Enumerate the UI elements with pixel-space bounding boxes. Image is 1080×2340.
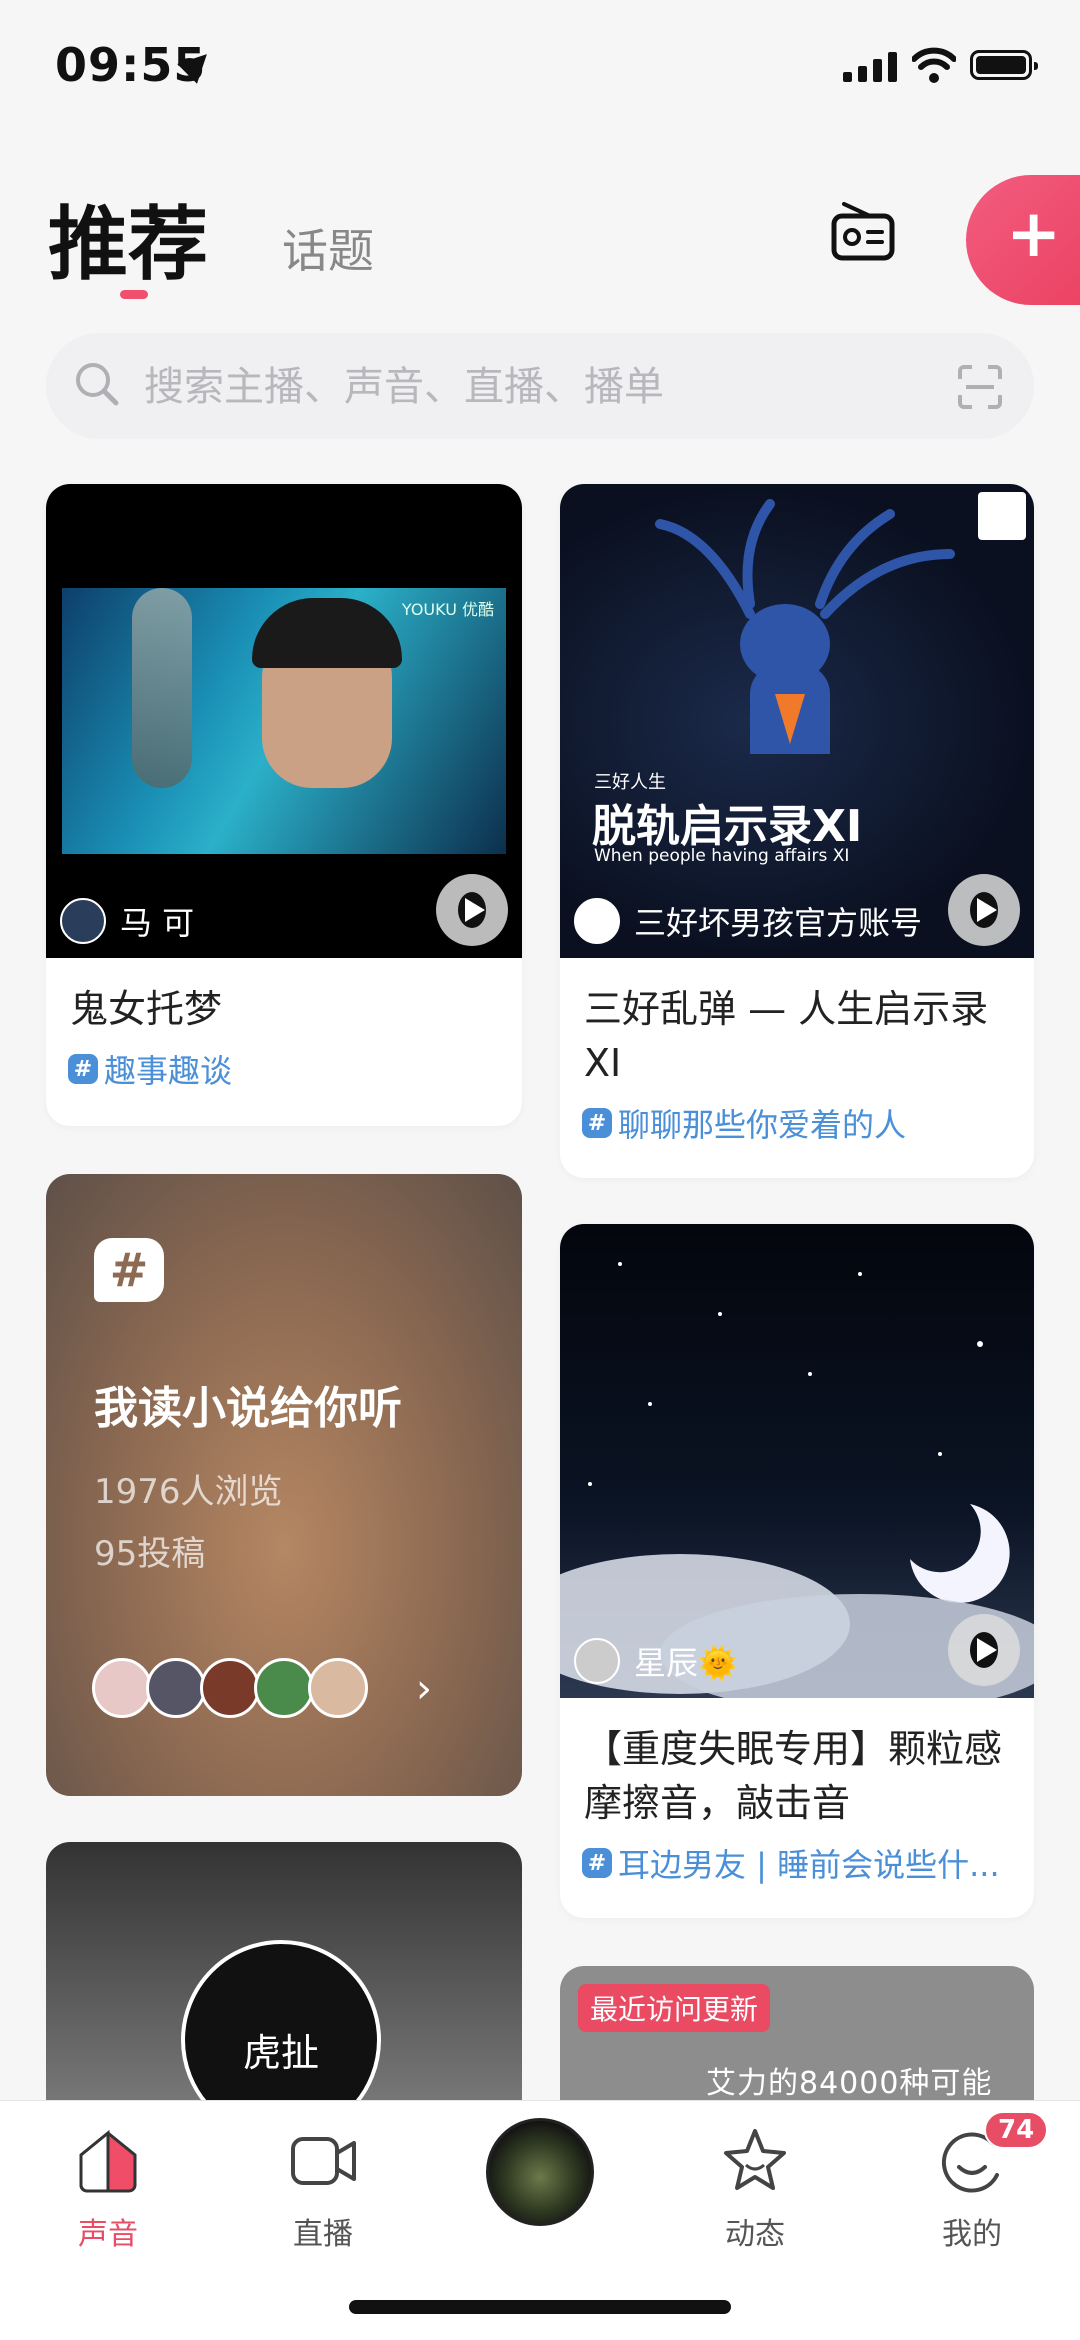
search-icon [76,363,119,406]
cover-image: YOUKU 优酷 马 可 [46,484,522,958]
topic-label: 聊聊那些你爱着的人 [618,1106,907,1144]
topic-link[interactable]: # 聊聊那些你爱着的人 [582,1100,906,1146]
topic-card-novel-reading[interactable]: # 我读小说给你听 1976人浏览 95投稿 › [46,1174,522,1796]
avatar [146,1658,206,1718]
author[interactable]: 星辰🌞 [574,1636,738,1686]
topic-label: 耳边男友 | 睡前会说些什... [618,1846,1000,1884]
cover-subtitle: When people having affairs XI [594,846,850,866]
wifi-icon [912,47,956,83]
tab-label: 我的 [942,2217,1002,2252]
home-sound-icon [79,2129,137,2193]
logo-text: 虎扯 [242,2031,319,2075]
search-input[interactable] [142,333,926,441]
plus-icon: + [1006,195,1062,272]
channel-logo: 虎扯 [181,1940,381,2102]
author[interactable]: 三好坏男孩官方账号 [574,896,922,946]
feed-card-ghost-dream[interactable]: YOUKU 优酷 马 可 鬼女托梦 # 趣事趣谈 [46,484,522,1126]
deer-illustration [655,499,955,754]
topic-title: 我读小说给你听 [94,1383,402,1434]
avatar [60,898,106,944]
topic-link[interactable]: # 耳边男友 | 睡前会说些什... [582,1840,1022,1886]
cover-image: 星辰🌞 [560,1224,1034,1698]
tab-label: 直播 [293,2217,353,2252]
avatar [574,1638,620,1684]
play-button[interactable] [948,1614,1020,1686]
hashtag-icon: # [582,1108,612,1138]
channel-logo [978,492,1026,540]
card-title: 【重度失眠专用】颗粒感摩擦音，敲击音 [584,1727,1003,1825]
cover-title: 脱轨启示录XI [592,801,863,852]
notification-badge: 74 [984,2111,1049,2149]
tab-recommend[interactable]: 推荐 [48,180,208,296]
topic-label: 趣事趣谈 [104,1052,233,1090]
home-indicator [349,2300,731,2314]
avatar [92,1658,152,1718]
tab-label: 动态 [725,2217,785,2252]
avatar [254,1658,314,1718]
topic-link[interactable]: # 趣事趣谈 [68,1046,232,1092]
author[interactable]: 马 可 [60,896,194,946]
card-title: 三好乱弹 — 人生启示录XI [584,987,989,1085]
author-name: 星辰🌞 [634,1644,738,1682]
hashtag-icon: # [94,1238,164,1302]
play-disc-icon[interactable] [486,2118,594,2226]
feed-card-huche[interactable]: 虎扯 [46,1842,522,2102]
hashtag-icon: # [582,1848,612,1878]
search-bar [46,333,1034,441]
avatar [200,1658,260,1718]
battery-icon [970,50,1038,80]
radio-icon[interactable] [830,200,896,262]
topic-posts: 95投稿 [94,1534,206,1574]
cellular-signal-icon [843,52,899,82]
tab-label: 声音 [78,2217,138,2252]
avatar [574,898,620,944]
feed-card-recent[interactable]: 最近访问更新 艾力的84000种可能 [560,1966,1034,2106]
create-button[interactable]: + [966,175,1080,305]
avatar [308,1658,368,1718]
play-button[interactable] [436,874,508,946]
card-title: 鬼女托梦 [70,987,223,1031]
author-name: 三好坏男孩官方账号 [634,904,923,942]
star-icon [724,2129,786,2190]
author-name: 马 可 [120,904,195,942]
play-button[interactable] [948,874,1020,946]
participant-avatars [92,1658,368,1718]
cover-watermark: YOUKU 优酷 [401,600,494,619]
tab-topics[interactable]: 话题 [282,215,374,281]
feed-card-insomnia[interactable]: 星辰🌞 【重度失眠专用】颗粒感摩擦音，敲击音 # 耳边男友 | 睡前会说些什..… [560,1224,1034,1918]
cover-image: 三好人生 脱轨启示录XI When people having affairs … [560,484,1034,958]
feed-card-life-revelation[interactable]: 三好人生 脱轨启示录XI When people having affairs … [560,484,1034,1178]
video-still: YOUKU 优酷 [62,588,506,854]
chevron-right-icon[interactable]: › [416,1666,432,1712]
live-camera-icon [291,2137,356,2185]
tab-active-indicator [120,290,148,299]
scan-icon[interactable] [956,363,1004,411]
hashtag-icon: # [68,1054,98,1084]
topic-views: 1976人浏览 [94,1472,283,1512]
recent-update-badge: 最近访问更新 [578,1984,771,2032]
cover-text: 艾力的84000种可能 [706,2066,993,2101]
